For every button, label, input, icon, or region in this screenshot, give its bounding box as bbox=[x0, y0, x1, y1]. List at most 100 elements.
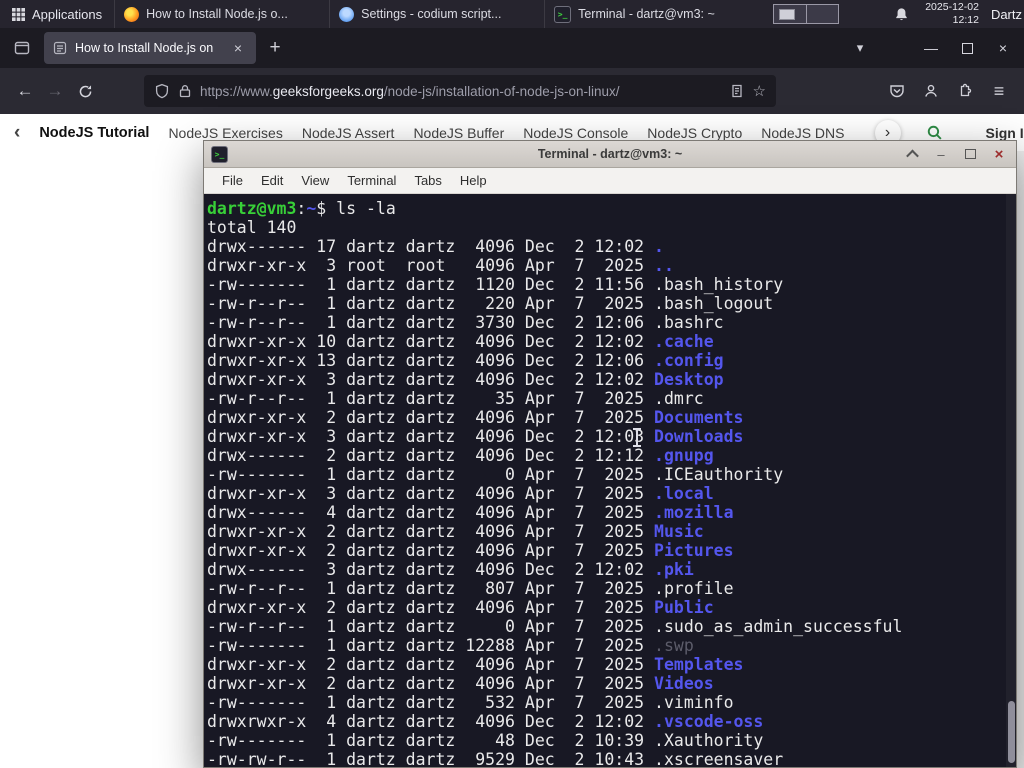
terminal-line: -rw-r--r-- 1 dartz dartz 220 Apr 7 2025 … bbox=[207, 294, 774, 313]
terminal-maximize-button[interactable] bbox=[960, 145, 980, 163]
terminal-line: drwxrwxr-x 4 dartz dartz 4096 Dec 2 12:0… bbox=[207, 712, 764, 731]
task-label: Settings - codium script... bbox=[361, 7, 502, 21]
terminal-line: drwxr-xr-x 2 dartz dartz 4096 Apr 7 2025… bbox=[207, 674, 714, 693]
firefox-view-button[interactable] bbox=[8, 34, 36, 62]
terminal-minimize-button[interactable]: – bbox=[931, 145, 951, 163]
site-nav-item[interactable]: NodeJS Buffer bbox=[413, 125, 504, 141]
site-nav-item[interactable]: NodeJS Assert bbox=[302, 125, 395, 141]
terminal-line: -rw-r--r-- 1 dartz dartz 3730 Dec 2 12:0… bbox=[207, 313, 724, 332]
terminal-line: drwxr-xr-x 13 dartz dartz 4096 Dec 2 12:… bbox=[207, 351, 724, 370]
taskbar-button-browser[interactable]: How to Install Node.js o... bbox=[114, 0, 329, 28]
taskbar-button-terminal[interactable]: Terminal - dartz@vm3: ~ bbox=[544, 0, 759, 28]
clock-date: 2025-12-02 bbox=[925, 1, 979, 14]
browser-tab-bar: How to Install Node.js on × + ▾ — × bbox=[0, 28, 1024, 68]
workspace-window-thumb bbox=[779, 9, 796, 20]
workspace-switcher[interactable] bbox=[773, 4, 840, 24]
url-path: /node-js/installation-of-node-js-on-linu… bbox=[383, 83, 620, 99]
terminal-total-line: total 140 bbox=[207, 218, 297, 237]
pocket-icon[interactable] bbox=[882, 76, 912, 106]
panel-spacer bbox=[839, 0, 894, 28]
url-bar[interactable]: https://www.geeksforgeeks.org/node-js/in… bbox=[144, 75, 776, 107]
browser-navigation-toolbar: ← → https://www.geeksforgeeks.org/node-j… bbox=[0, 68, 1024, 114]
menu-terminal[interactable]: Terminal bbox=[338, 171, 405, 190]
chevron-up-icon bbox=[905, 149, 919, 162]
extensions-puzzle-icon[interactable] bbox=[950, 76, 980, 106]
forward-button[interactable]: → bbox=[40, 76, 70, 106]
browser-close-button[interactable]: × bbox=[990, 35, 1016, 61]
applications-menu-button[interactable]: Applications bbox=[0, 0, 114, 28]
tab-close-button[interactable]: × bbox=[229, 40, 247, 56]
site-nav-item[interactable]: NodeJS DNS bbox=[761, 125, 844, 141]
top-panel: Applications How to Install Node.js o...… bbox=[0, 0, 1024, 28]
terminal-close-button[interactable]: × bbox=[989, 145, 1009, 163]
back-button[interactable]: ← bbox=[10, 76, 40, 106]
site-nav-item[interactable]: NodeJS Crypto bbox=[647, 125, 742, 141]
site-nav-item-active[interactable]: NodeJS Tutorial bbox=[39, 125, 149, 141]
browser-minimize-button[interactable]: — bbox=[918, 35, 944, 61]
terminal-line: drwxr-xr-x 3 dartz dartz 4096 Dec 2 12:0… bbox=[207, 427, 744, 446]
menu-view[interactable]: View bbox=[292, 171, 338, 190]
terminal-line: drwxr-xr-x 2 dartz dartz 4096 Apr 7 2025… bbox=[207, 408, 744, 427]
site-nav-item[interactable]: NodeJS Console bbox=[523, 125, 628, 141]
terminal-prompt-line: dartz@vm3:~$ ls -la bbox=[207, 199, 1014, 218]
task-label: Terminal - dartz@vm3: ~ bbox=[578, 7, 715, 21]
menu-edit[interactable]: Edit bbox=[252, 171, 292, 190]
terminal-window-icon bbox=[211, 145, 228, 163]
terminal-line: drwxr-xr-x 3 dartz dartz 4096 Dec 2 12:0… bbox=[207, 370, 724, 389]
applications-grid-icon bbox=[12, 7, 25, 21]
terminal-screen[interactable]: dartz@vm3:~$ ls -la total 140 drwx------… bbox=[204, 194, 1016, 767]
menu-tabs[interactable]: Tabs bbox=[405, 171, 450, 190]
browser-maximize-button[interactable] bbox=[954, 35, 980, 61]
terminal-window-title: Terminal - dartz@vm3: ~ bbox=[537, 147, 683, 161]
terminal-line: drwx------ 2 dartz dartz 4096 Dec 2 12:1… bbox=[207, 446, 714, 465]
prompt-command: ls -la bbox=[326, 199, 396, 218]
panel-clock[interactable]: 2025-12-02 12:12 bbox=[925, 1, 979, 26]
lock-icon[interactable] bbox=[179, 84, 191, 98]
reload-button[interactable] bbox=[70, 76, 100, 106]
terminal-icon bbox=[554, 5, 572, 23]
task-label: How to Install Node.js o... bbox=[146, 7, 288, 21]
sign-in-link[interactable]: Sign In bbox=[986, 125, 1024, 141]
terminal-line: -rw-r--r-- 1 dartz dartz 807 Apr 7 2025 … bbox=[207, 579, 734, 598]
terminal-window: Terminal - dartz@vm3: ~ – × File Edit Vi… bbox=[203, 140, 1017, 768]
tracking-shield-icon[interactable] bbox=[154, 83, 170, 99]
panel-user-label[interactable]: Dartz bbox=[991, 7, 1022, 22]
terminal-line: drwxr-xr-x 2 dartz dartz 4096 Apr 7 2025… bbox=[207, 655, 744, 674]
settings-icon bbox=[339, 6, 355, 22]
terminal-scrollbar-thumb[interactable] bbox=[1008, 701, 1015, 763]
prompt-user-host: dartz@vm3 bbox=[207, 199, 297, 218]
taskbar-button-settings[interactable]: Settings - codium script... bbox=[329, 0, 544, 28]
url-text: https://www.geeksforgeeks.org/node-js/in… bbox=[200, 84, 721, 99]
app-menu-button[interactable]: ≡ bbox=[984, 76, 1014, 106]
tab-title: How to Install Node.js on bbox=[75, 41, 214, 55]
terminal-rollup-button[interactable] bbox=[902, 145, 922, 163]
mouse-ibeam-cursor bbox=[633, 428, 641, 447]
browser-tab[interactable]: How to Install Node.js on × bbox=[44, 32, 256, 64]
terminal-line: drwxr-xr-x 3 root root 4096 Apr 7 2025 .… bbox=[207, 256, 674, 275]
prompt-symbol: $ bbox=[316, 199, 327, 218]
terminal-listing: drwx------ 17 dartz dartz 4096 Dec 2 12:… bbox=[207, 237, 1014, 767]
site-nav-item[interactable]: NodeJS Exercises bbox=[168, 125, 282, 141]
terminal-line: -rw-rw-r-- 1 dartz dartz 9529 Dec 2 10:4… bbox=[207, 750, 784, 767]
maximize-box-icon bbox=[961, 42, 973, 54]
terminal-line: drwxr-xr-x 2 dartz dartz 4096 Apr 7 2025… bbox=[207, 522, 704, 541]
firefox-icon bbox=[124, 6, 140, 22]
desktop: Applications How to Install Node.js o...… bbox=[0, 0, 1024, 768]
notification-bell-icon[interactable] bbox=[894, 7, 909, 22]
workspace-2[interactable] bbox=[807, 5, 839, 23]
reader-mode-icon[interactable] bbox=[730, 84, 744, 98]
menu-file[interactable]: File bbox=[213, 171, 252, 190]
page-scrollbar[interactable] bbox=[1016, 151, 1024, 768]
list-all-tabs-chevron[interactable]: ▾ bbox=[848, 40, 872, 56]
terminal-scrollbar[interactable] bbox=[1006, 194, 1016, 767]
new-tab-button[interactable]: + bbox=[260, 33, 290, 63]
terminal-line: drwxr-xr-x 2 dartz dartz 4096 Apr 7 2025… bbox=[207, 598, 714, 617]
site-nav-back-chevron[interactable]: ‹ bbox=[14, 122, 20, 144]
bookmark-star-icon[interactable]: ☆ bbox=[753, 82, 766, 100]
workspace-1[interactable] bbox=[774, 5, 807, 23]
terminal-line: -rw------- 1 dartz dartz 1120 Dec 2 11:5… bbox=[207, 275, 784, 294]
site-search-icon[interactable] bbox=[926, 124, 943, 141]
account-icon[interactable] bbox=[916, 76, 946, 106]
menu-help[interactable]: Help bbox=[451, 171, 496, 190]
terminal-title-bar[interactable]: Terminal - dartz@vm3: ~ – × bbox=[204, 141, 1016, 168]
